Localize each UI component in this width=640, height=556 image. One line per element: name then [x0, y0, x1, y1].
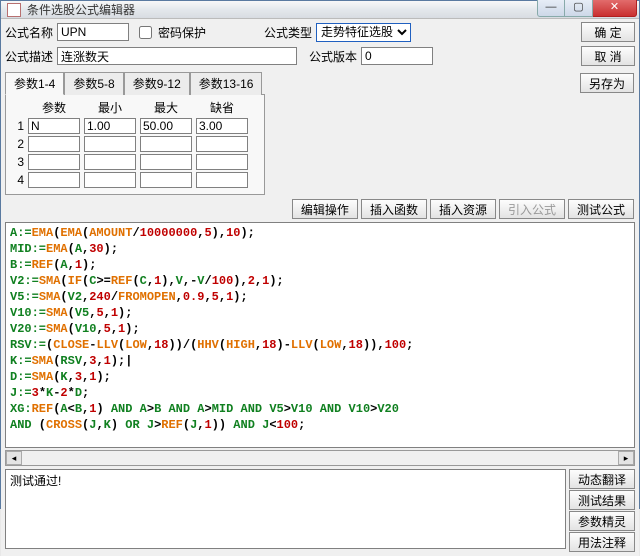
param-min-input[interactable]: [84, 154, 136, 170]
formula-desc-input[interactable]: [57, 47, 297, 65]
formula-type-select[interactable]: 走势特征选股: [316, 23, 411, 42]
titlebar[interactable]: 条件选股公式编辑器 — ▢ ✕: [1, 1, 639, 19]
label-name: 公式名称: [5, 24, 53, 41]
param-header-max: 最大: [138, 99, 194, 116]
usage-notes-button[interactable]: 用法注释: [569, 532, 635, 552]
param-row: 2: [12, 136, 258, 152]
tab-params-5-8[interactable]: 参数5-8: [64, 72, 123, 95]
param-row: 3: [12, 154, 258, 170]
param-row: 1: [12, 118, 258, 134]
label-version: 公式版本: [309, 48, 357, 65]
import-formula-button[interactable]: 引入公式: [499, 199, 565, 219]
param-name-input[interactable]: [28, 172, 80, 188]
code-editor[interactable]: A:=EMA(EMA(AMOUNT/10000000,5),10);MID:=E…: [5, 222, 635, 448]
password-protect-checkbox[interactable]: [139, 26, 152, 39]
scroll-right-icon[interactable]: ▸: [618, 451, 634, 465]
tab-params-9-12[interactable]: 参数9-12: [124, 72, 190, 95]
dynamic-translate-button[interactable]: 动态翻译: [569, 469, 635, 489]
param-max-input[interactable]: [140, 154, 192, 170]
param-min-input[interactable]: [84, 118, 136, 134]
param-row: 4: [12, 172, 258, 188]
param-name-input[interactable]: [28, 154, 80, 170]
edit-operations-button[interactable]: 编辑操作: [292, 199, 358, 219]
param-max-input[interactable]: [140, 136, 192, 152]
maximize-button[interactable]: ▢: [565, 0, 593, 17]
param-max-input[interactable]: [140, 118, 192, 134]
param-name-input[interactable]: [28, 118, 80, 134]
minimize-button[interactable]: —: [537, 0, 565, 17]
insert-function-button[interactable]: 插入函数: [361, 199, 427, 219]
param-name-input[interactable]: [28, 136, 80, 152]
param-min-input[interactable]: [84, 136, 136, 152]
param-def-input[interactable]: [196, 118, 248, 134]
param-header-def: 缺省: [194, 99, 250, 116]
app-icon: [7, 3, 21, 17]
scroll-left-icon[interactable]: ◂: [6, 451, 22, 465]
param-def-input[interactable]: [196, 136, 248, 152]
test-result-button[interactable]: 测试结果: [569, 490, 635, 510]
saveas-button[interactable]: 另存为: [580, 73, 634, 93]
param-def-input[interactable]: [196, 172, 248, 188]
cancel-button[interactable]: 取 消: [581, 46, 635, 66]
param-wizard-button[interactable]: 参数精灵: [569, 511, 635, 531]
label-desc: 公式描述: [5, 48, 53, 65]
close-button[interactable]: ✕: [593, 0, 637, 17]
output-text: 测试通过!: [10, 474, 61, 488]
ok-button[interactable]: 确 定: [581, 22, 635, 42]
test-output: 测试通过!: [5, 469, 566, 549]
horizontal-scrollbar[interactable]: ◂ ▸: [5, 450, 635, 466]
param-header-name: 参数: [26, 99, 82, 116]
editor-window: 条件选股公式编辑器 — ▢ ✕ 公式名称 密码保护 公式类型 走势特征选股 确 …: [0, 0, 640, 509]
label-type: 公式类型: [264, 24, 312, 41]
formula-version-input[interactable]: [361, 47, 433, 65]
param-panel: 参数 最小 最大 缺省 1 2 3 4: [5, 94, 265, 195]
test-formula-button[interactable]: 测试公式: [568, 199, 634, 219]
param-max-input[interactable]: [140, 172, 192, 188]
formula-name-input[interactable]: [57, 23, 129, 41]
param-min-input[interactable]: [84, 172, 136, 188]
tab-params-13-16[interactable]: 参数13-16: [190, 72, 263, 95]
param-header-min: 最小: [82, 99, 138, 116]
tab-params-1-4[interactable]: 参数1-4: [5, 72, 64, 95]
param-tabs: 参数1-4 参数5-8 参数9-12 参数13-16: [1, 69, 580, 94]
window-title: 条件选股公式编辑器: [27, 1, 537, 18]
insert-resource-button[interactable]: 插入资源: [430, 199, 496, 219]
param-def-input[interactable]: [196, 154, 248, 170]
label-pwd: 密码保护: [158, 24, 206, 41]
